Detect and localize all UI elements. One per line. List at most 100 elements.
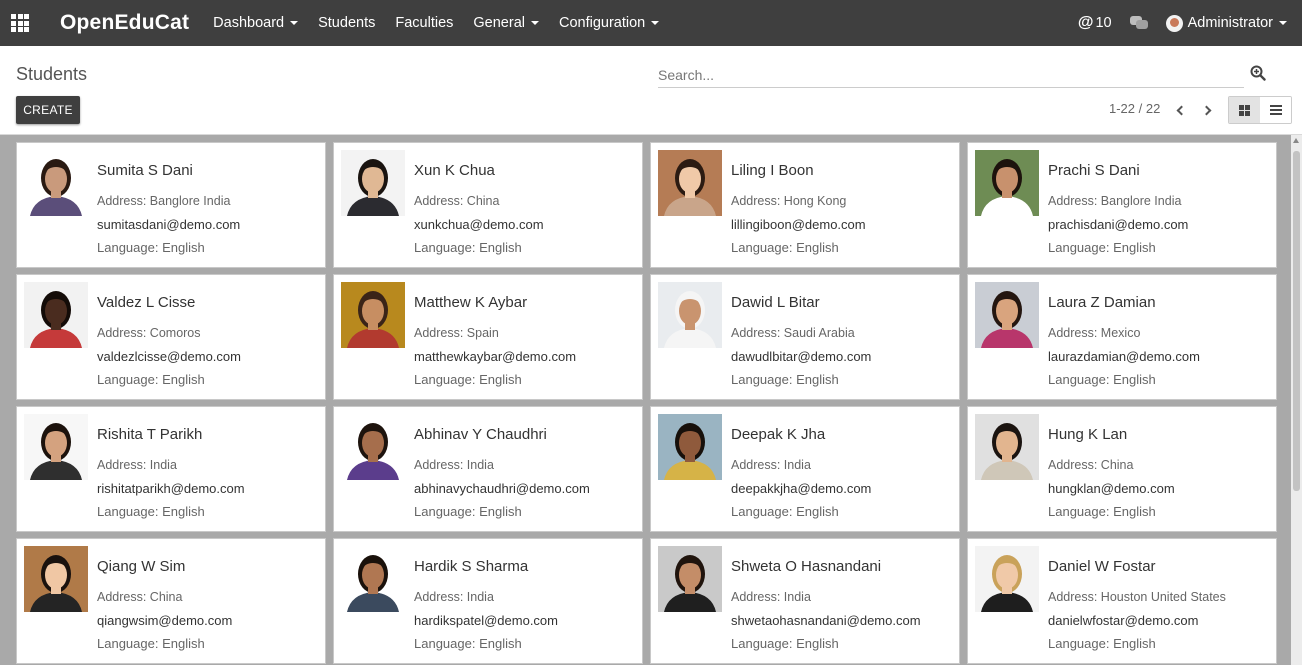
menu-configuration-label: Configuration bbox=[558, 15, 646, 31]
student-name[interactable]: Hung K Lan bbox=[1048, 426, 1127, 443]
student-address: Address: Mexico bbox=[1048, 326, 1141, 340]
user-menu[interactable]: Administrator bbox=[1157, 0, 1296, 46]
student-name[interactable]: Laura Z Damian bbox=[1048, 294, 1156, 311]
student-card[interactable]: Valdez L Cisse Address: Comoros valdezlcis… bbox=[16, 274, 326, 400]
student-card[interactable]: Hung K Lan Address: China hungklan@demo.co… bbox=[967, 406, 1277, 532]
student-card[interactable]: Daniel W Fostar Address: Houston United S… bbox=[967, 538, 1277, 664]
student-language: Language: English bbox=[97, 504, 205, 519]
student-email: laurazdamian@demo.com bbox=[1048, 349, 1200, 364]
student-language: Language: English bbox=[97, 240, 205, 255]
student-card[interactable]: Hardik S Sharma Address: India hardikspate… bbox=[333, 538, 643, 664]
search-zoom-icon[interactable] bbox=[1250, 65, 1266, 81]
student-language: Language: English bbox=[414, 636, 522, 651]
student-card[interactable]: Abhinav Y Chaudhri Address: India abhinavy… bbox=[333, 406, 643, 532]
student-card[interactable]: Laura Z Damian Address: Mexico laurazdamia… bbox=[967, 274, 1277, 400]
student-photo bbox=[975, 282, 1039, 348]
student-name[interactable]: Valdez L Cisse bbox=[97, 294, 195, 311]
student-card[interactable]: Rishita T Parikh Address: India rishitatpa… bbox=[16, 406, 326, 532]
chevron-right-icon bbox=[1201, 105, 1212, 115]
student-photo bbox=[341, 282, 405, 348]
student-card[interactable]: Shweta O Hasnandani Address: India shwetao… bbox=[650, 538, 960, 664]
menu-faculties[interactable]: Faculties bbox=[385, 0, 463, 46]
student-card[interactable]: Deepak K Jha Address: India deepakkjha@dem… bbox=[650, 406, 960, 532]
pager-previous-button[interactable] bbox=[1172, 101, 1188, 119]
caret-down-icon bbox=[651, 21, 660, 25]
student-card[interactable]: Liling I Boon Address: Hong Kong lillingib… bbox=[650, 142, 960, 268]
page-title: Students bbox=[16, 64, 88, 84]
student-card[interactable]: Matthew K Aybar Address: Spain matthewkayb… bbox=[333, 274, 643, 400]
menu-dashboard[interactable]: Dashboard bbox=[203, 0, 308, 46]
student-email: abhinavychaudhri@demo.com bbox=[414, 481, 590, 496]
mentions-button[interactable]: @ 10 bbox=[1069, 0, 1121, 46]
student-name[interactable]: Daniel W Fostar bbox=[1048, 558, 1156, 575]
student-name[interactable]: Abhinav Y Chaudhri bbox=[414, 426, 547, 443]
create-button[interactable]: CREATE bbox=[16, 96, 80, 124]
scrollbar[interactable] bbox=[1291, 135, 1302, 665]
menu-general[interactable]: General bbox=[463, 0, 549, 46]
student-language: Language: English bbox=[414, 504, 522, 519]
student-photo bbox=[975, 546, 1039, 612]
student-name[interactable]: Liling I Boon bbox=[731, 162, 814, 179]
navbar-right: @ 10 Administrator bbox=[1069, 0, 1302, 46]
pager-next-button[interactable] bbox=[1200, 101, 1216, 119]
top-navbar: OpenEduCat Dashboard Students Faculties … bbox=[0, 0, 1302, 46]
student-email: hardikspatel@demo.com bbox=[414, 613, 558, 628]
student-address: Address: Spain bbox=[414, 326, 499, 340]
apps-menu-button[interactable] bbox=[0, 0, 40, 46]
student-address: Address: India bbox=[731, 458, 811, 472]
student-name[interactable]: Rishita T Parikh bbox=[97, 426, 202, 443]
student-card[interactable]: Dawid L Bitar Address: Saudi Arabia dawudl… bbox=[650, 274, 960, 400]
student-name[interactable]: Matthew K Aybar bbox=[414, 294, 527, 311]
student-email: xunkchua@demo.com bbox=[414, 217, 544, 232]
menu-students[interactable]: Students bbox=[308, 0, 385, 46]
student-card[interactable]: Qiang W Sim Address: China qiangwsim@demo.… bbox=[16, 538, 326, 664]
student-address: Address: Hong Kong bbox=[731, 194, 847, 208]
student-photo bbox=[975, 414, 1039, 480]
student-card[interactable]: Xun K Chua Address: China xunkchua@demo.co… bbox=[333, 142, 643, 268]
student-email: lillingiboon@demo.com bbox=[731, 217, 866, 232]
student-language: Language: English bbox=[97, 372, 205, 387]
student-photo bbox=[24, 414, 88, 480]
student-card[interactable]: Sumita S Dani Address: Banglore India sumi… bbox=[16, 142, 326, 268]
student-photo bbox=[658, 546, 722, 612]
student-photo bbox=[24, 546, 88, 612]
student-photo bbox=[24, 150, 88, 216]
student-name[interactable]: Qiang W Sim bbox=[97, 558, 185, 575]
student-name[interactable]: Hardik S Sharma bbox=[414, 558, 528, 575]
kanban-view-button[interactable] bbox=[1229, 97, 1260, 123]
kanban-view: Sumita S Dani Address: Banglore India sumi… bbox=[0, 135, 1302, 665]
student-photo bbox=[658, 414, 722, 480]
student-name[interactable]: Prachi S Dani bbox=[1048, 162, 1140, 179]
student-photo bbox=[24, 282, 88, 348]
student-photo bbox=[341, 150, 405, 216]
menu-students-label: Students bbox=[318, 15, 376, 31]
student-name[interactable]: Dawid L Bitar bbox=[731, 294, 820, 311]
student-email: matthewkaybar@demo.com bbox=[414, 349, 577, 364]
student-email: danielwfostar@demo.com bbox=[1048, 613, 1199, 628]
menu-configuration[interactable]: Configuration bbox=[549, 0, 669, 46]
student-name[interactable]: Shweta O Hasnandani bbox=[731, 558, 881, 575]
student-name[interactable]: Deepak K Jha bbox=[731, 426, 825, 443]
student-name[interactable]: Sumita S Dani bbox=[97, 162, 193, 179]
student-language: Language: English bbox=[414, 240, 522, 255]
caret-down-icon bbox=[1279, 21, 1287, 25]
menu-general-label: General bbox=[473, 15, 525, 31]
search-input[interactable] bbox=[658, 63, 1244, 87]
brand-title[interactable]: OpenEduCat bbox=[60, 11, 189, 35]
student-photo bbox=[975, 150, 1039, 216]
list-view-button[interactable] bbox=[1260, 97, 1291, 123]
pager-value[interactable]: 1-22 / 22 bbox=[1109, 101, 1160, 116]
apps-grid-icon bbox=[11, 14, 29, 32]
student-photo bbox=[658, 282, 722, 348]
messages-button[interactable] bbox=[1121, 0, 1157, 46]
student-email: qiangwsim@demo.com bbox=[97, 613, 233, 628]
caret-down-icon bbox=[290, 21, 299, 25]
student-email: rishitatparikh@demo.com bbox=[97, 481, 245, 496]
student-address: Address: China bbox=[1048, 458, 1134, 472]
main-menu: Dashboard Students Faculties General Con… bbox=[203, 0, 669, 46]
student-address: Address: India bbox=[731, 590, 811, 604]
student-email: deepakkjha@demo.com bbox=[731, 481, 872, 496]
student-language: Language: English bbox=[1048, 240, 1156, 255]
student-card[interactable]: Prachi S Dani Address: Banglore India prac… bbox=[967, 142, 1277, 268]
student-name[interactable]: Xun K Chua bbox=[414, 162, 495, 179]
